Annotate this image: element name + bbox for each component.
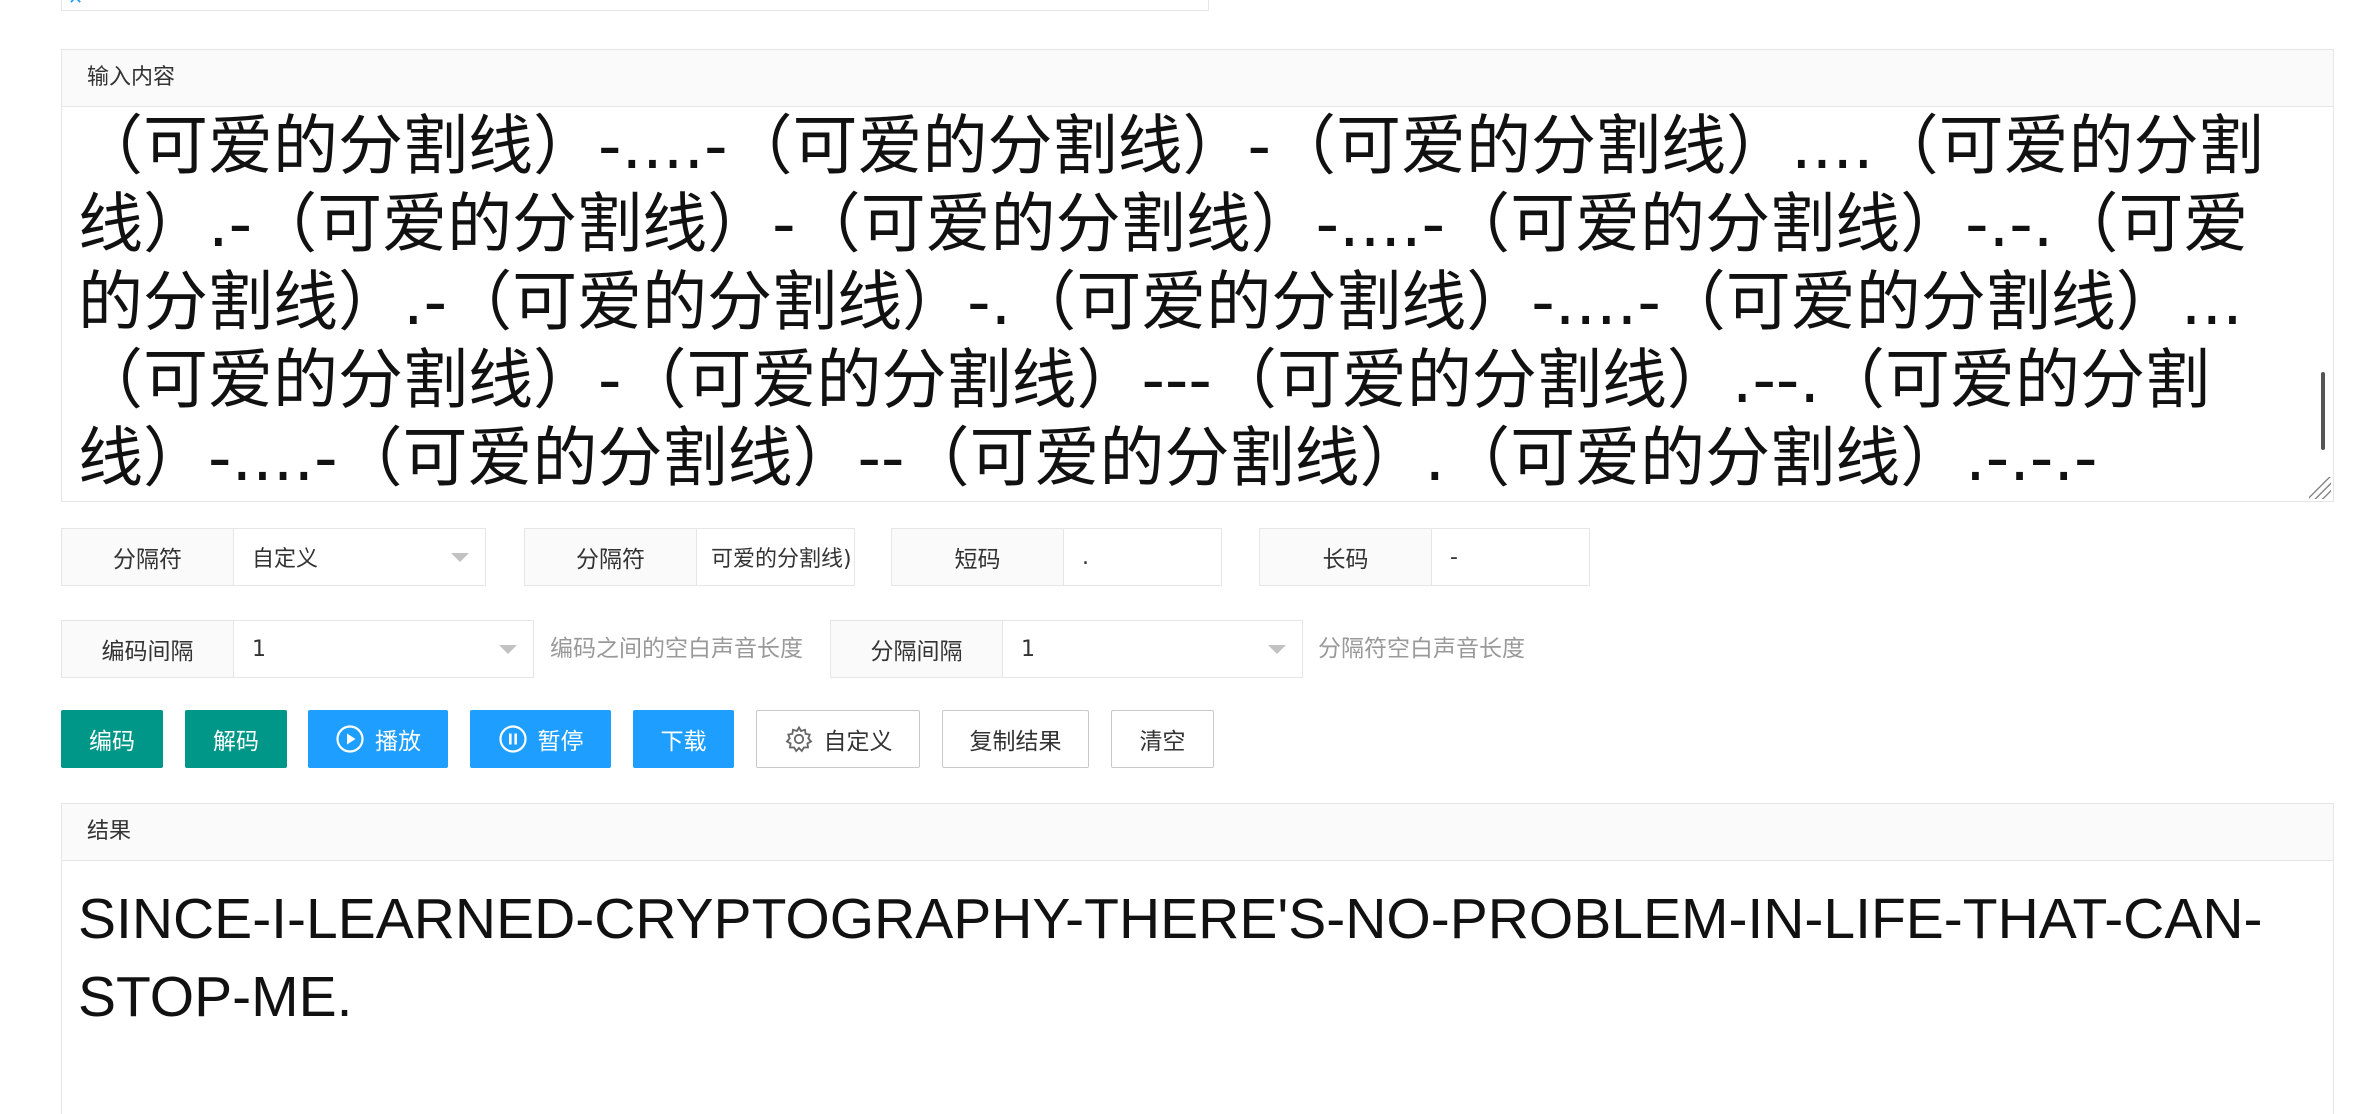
play-circle-icon	[335, 724, 365, 754]
pause-button[interactable]: 暂停	[470, 710, 611, 768]
short-code-input[interactable]: .	[1064, 529, 1221, 585]
chevron-down-icon[interactable]	[499, 645, 517, 654]
download-button[interactable]: 下载	[633, 710, 734, 768]
pause-button-label: 暂停	[537, 729, 584, 755]
textarea-scrollbar[interactable]	[2321, 372, 2325, 450]
code-gap-select[interactable]: 编码间隔 1	[61, 620, 534, 678]
custom-button[interactable]: 自定义	[756, 710, 920, 768]
custom-button-label: 自定义	[823, 729, 893, 755]
play-button[interactable]: 播放	[308, 710, 448, 768]
input-textarea[interactable]: （可爱的分割线）-....-（可爱的分割线）-（可爱的分割线）....（可爱的分…	[78, 108, 2298, 498]
separator-input[interactable]: 可爱的分割线)	[697, 529, 854, 585]
chevron-down-icon[interactable]	[451, 553, 469, 562]
clear-button[interactable]: 清空	[1111, 710, 1214, 768]
short-code-field: 短码 .	[891, 528, 1222, 586]
pause-circle-icon	[498, 724, 528, 754]
encode-button[interactable]: 编码	[61, 710, 163, 768]
chevron-down-icon[interactable]	[1268, 645, 1286, 654]
copy-result-button[interactable]: 复制结果	[942, 710, 1089, 768]
encode-button-label: 编码	[89, 729, 135, 755]
input-panel-title: 输入内容	[62, 50, 2333, 107]
long-code-field: 长码 -	[1259, 528, 1590, 586]
separator-gap-hint: 分隔符空白声音长度	[1318, 636, 1525, 662]
clear-button-label: 清空	[1139, 729, 1186, 755]
separator-type-value[interactable]: 自定义	[234, 529, 485, 585]
separator-gap-label: 分隔间隔	[831, 621, 1003, 677]
separator-label: 分隔符	[525, 529, 697, 585]
separator-type-select[interactable]: 分隔符 自定义	[61, 528, 486, 586]
code-gap-hint: 编码之间的空白声音长度	[550, 636, 803, 662]
copy-result-button-label: 复制结果	[969, 729, 1062, 755]
long-code-label: 长码	[1260, 529, 1432, 585]
separator-gap-value[interactable]: 1	[1003, 621, 1302, 677]
separator-field: 分隔符 可爱的分割线)	[524, 528, 855, 586]
resize-handle-icon[interactable]	[2309, 477, 2331, 499]
decode-button[interactable]: 解码	[185, 710, 287, 768]
code-gap-label: 编码间隔	[62, 621, 234, 677]
separator-type-label: 分隔符	[62, 529, 234, 585]
gear-icon	[784, 724, 814, 754]
result-panel-title: 结果	[62, 804, 2333, 861]
separator-gap-select[interactable]: 分隔间隔 1	[830, 620, 1303, 678]
close-icon[interactable]: ✕	[68, 0, 83, 8]
previous-panel-edge: ✕	[61, 0, 1209, 11]
result-panel: 结果 SINCE-I-LEARNED-CRYPTOGRAPHY-THERE'S-…	[61, 803, 2334, 1114]
short-code-label: 短码	[892, 529, 1064, 585]
play-button-label: 播放	[375, 729, 421, 755]
decode-button-label: 解码	[213, 729, 259, 755]
result-output[interactable]: SINCE-I-LEARNED-CRYPTOGRAPHY-THERE'S-NO-…	[78, 880, 2298, 1036]
input-panel: 输入内容 （可爱的分割线）-....-（可爱的分割线）-（可爱的分割线）....…	[61, 49, 2334, 502]
long-code-input[interactable]: -	[1432, 529, 1589, 585]
code-gap-value[interactable]: 1	[234, 621, 533, 677]
download-button-label: 下载	[660, 729, 707, 755]
